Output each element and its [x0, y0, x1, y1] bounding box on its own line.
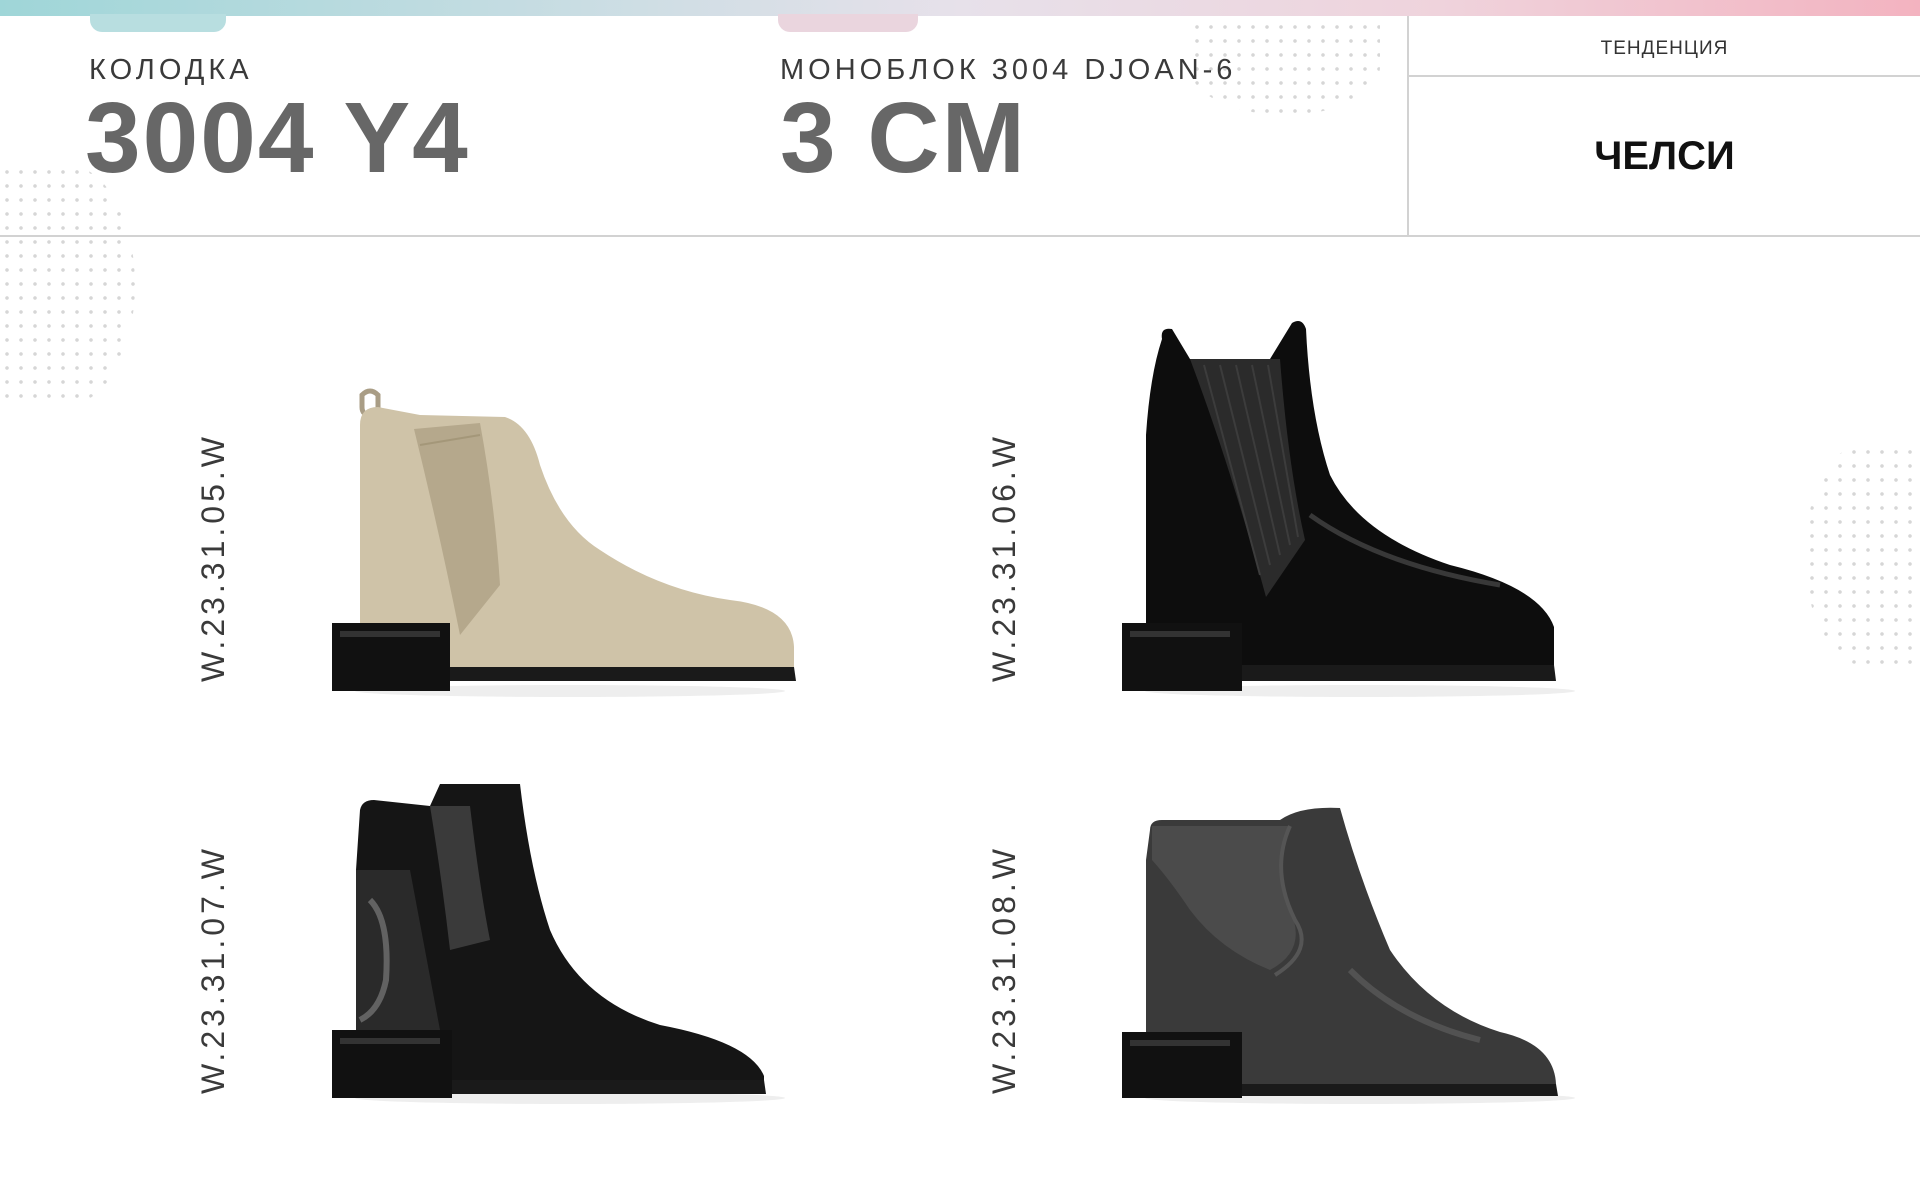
trend-value: ЧЕЛСИ [1594, 134, 1735, 178]
top-gradient-strip [0, 0, 1920, 16]
boot-image-grey-leather [1122, 807, 1575, 1104]
sole-value: 3 CM [780, 82, 1027, 194]
product-code: W.23.31.06.W [986, 433, 1022, 682]
product-code: W.23.31.05.W [195, 433, 231, 682]
product-code: W.23.31.07.W [195, 845, 231, 1094]
trend-label: ТЕНДЕНЦИЯ [1600, 38, 1729, 59]
boot-image-black-patent [1122, 321, 1575, 697]
product-code: W.23.31.08.W [986, 845, 1022, 1094]
last-value: 3004 Y4 [85, 82, 470, 194]
boot-image-black-suede [332, 784, 785, 1104]
boot-image-beige-suede [332, 388, 796, 697]
trend-divider [1409, 75, 1920, 77]
header-divider [0, 235, 1920, 237]
dot-pattern [1805, 445, 1920, 665]
